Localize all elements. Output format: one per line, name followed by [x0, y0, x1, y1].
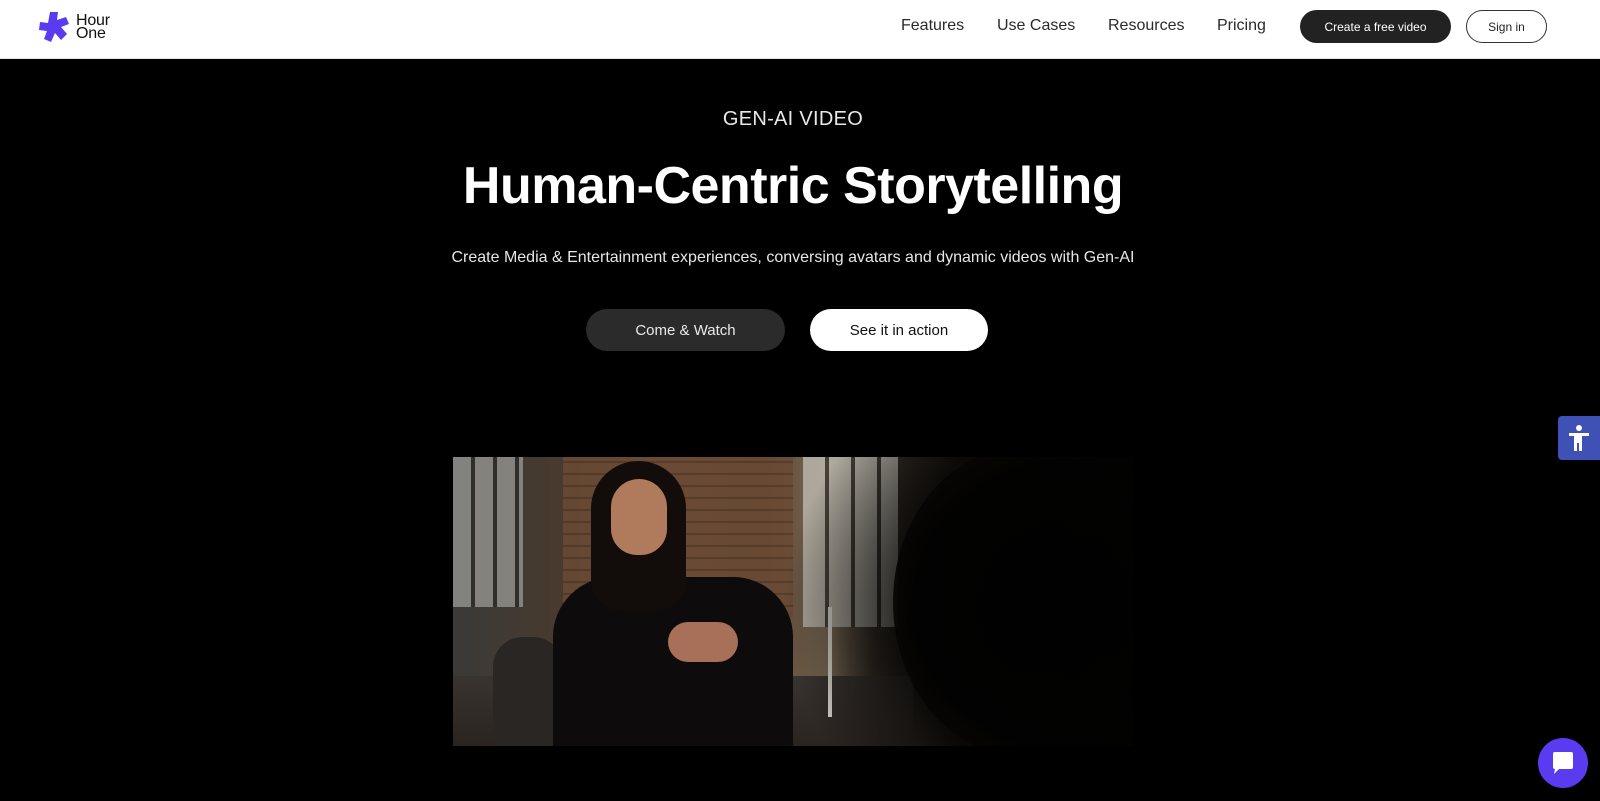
site-header: Hour One Features Use Cases Resources Pr… [0, 0, 1600, 59]
accessibility-button[interactable] [1558, 416, 1600, 460]
logo-link[interactable]: Hour One [36, 9, 110, 45]
accessibility-icon [1569, 425, 1589, 451]
logo-line-2: One [76, 25, 106, 42]
create-free-video-button[interactable]: Create a free video [1300, 10, 1451, 43]
chat-icon [1553, 752, 1573, 774]
see-it-in-action-button[interactable]: See it in action [810, 309, 988, 351]
nav-features[interactable]: Features [901, 17, 964, 35]
nav-use-cases[interactable]: Use Cases [997, 17, 1075, 35]
nav-pricing[interactable]: Pricing [1217, 17, 1266, 35]
hero-eyebrow: GEN-AI VIDEO [722, 108, 864, 130]
chat-button[interactable] [1538, 738, 1588, 788]
logo-wordmark: Hour One [76, 13, 110, 42]
hero-subline: Create Media & Entertainment experiences… [451, 249, 1135, 266]
hero-video[interactable] [453, 457, 1133, 746]
come-and-watch-button[interactable]: Come & Watch [586, 309, 785, 351]
sign-in-button[interactable]: Sign in [1466, 10, 1547, 43]
nav-resources[interactable]: Resources [1108, 17, 1184, 35]
hour-one-logo-icon [39, 12, 69, 42]
hero-headline: Human-Centric Storytelling [462, 157, 1124, 215]
